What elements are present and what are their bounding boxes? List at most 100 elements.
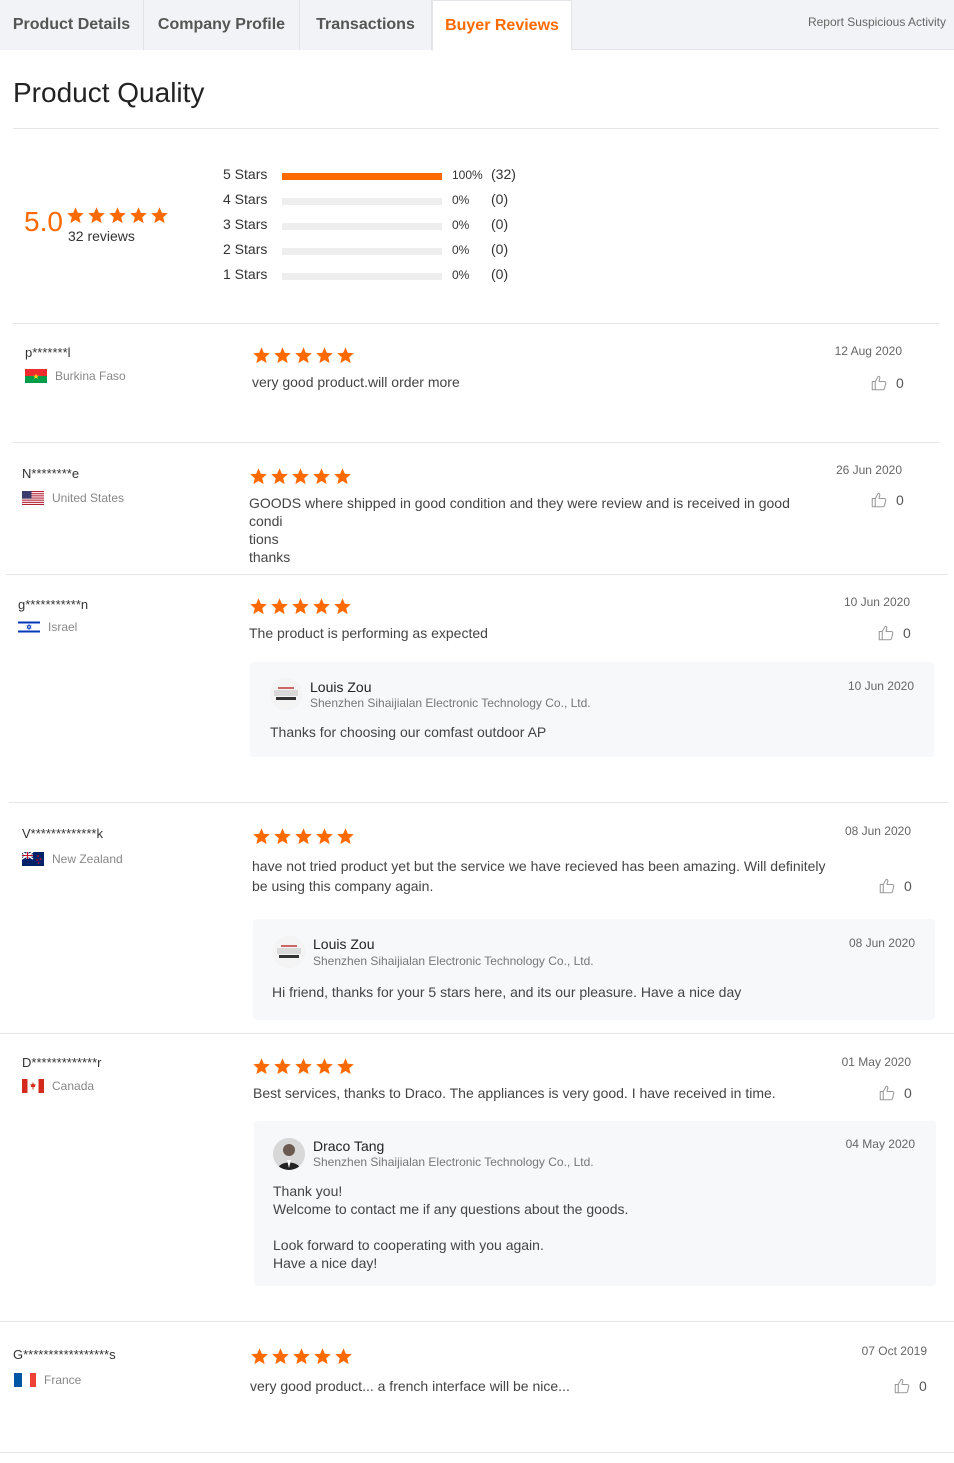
country-name: United States bbox=[52, 491, 125, 505]
distribution-bar bbox=[282, 248, 442, 255]
like-button[interactable]: 0 bbox=[877, 624, 911, 642]
thumbs-up-icon bbox=[870, 491, 888, 509]
like-count: 0 bbox=[919, 1378, 927, 1394]
star-icon bbox=[292, 1347, 311, 1366]
seller-name: Louis Zou bbox=[313, 936, 375, 952]
review-item: g***********n Israel The product is perf… bbox=[0, 575, 954, 802]
like-button[interactable]: 0 bbox=[870, 491, 904, 509]
review-text-line: thanks bbox=[249, 549, 291, 565]
page-title: Product Quality bbox=[13, 77, 205, 108]
reply-date: 08 Jun 2020 bbox=[848, 936, 915, 950]
star-icon bbox=[291, 597, 310, 616]
star-icon bbox=[312, 597, 331, 616]
tab-transactions[interactable]: Transactions bbox=[300, 0, 432, 50]
star-icon bbox=[271, 1347, 290, 1366]
star-icon bbox=[315, 827, 334, 846]
review-date: 12 Aug 2020 bbox=[834, 344, 902, 358]
star-icon bbox=[108, 206, 127, 225]
star-icon bbox=[249, 597, 268, 616]
divider bbox=[13, 128, 939, 129]
star-icon bbox=[270, 467, 289, 486]
summary-stars bbox=[66, 206, 169, 225]
review-text-line: The product is performing as expected bbox=[249, 625, 488, 641]
distribution-label: 5 Stars bbox=[223, 166, 268, 182]
flag-new-zealand-icon bbox=[22, 852, 44, 866]
star-icon bbox=[315, 1057, 334, 1076]
star-icon bbox=[291, 467, 310, 486]
distribution-label: 2 Stars bbox=[223, 241, 268, 257]
seller-company: Shenzhen Sihaijialan Electronic Technolo… bbox=[313, 1155, 594, 1169]
star-icon bbox=[334, 1347, 353, 1366]
review-text-line: very good product... a french interface … bbox=[250, 1378, 570, 1394]
like-button[interactable]: 0 bbox=[878, 1084, 912, 1102]
review-text-line: very good product.will order more bbox=[252, 374, 460, 390]
star-icon bbox=[336, 1057, 355, 1076]
reviewer-name: N********e bbox=[22, 466, 80, 481]
star-icon bbox=[273, 346, 292, 365]
divider bbox=[0, 1452, 954, 1453]
tab-buyer-reviews[interactable]: Buyer Reviews bbox=[432, 0, 572, 51]
tab-company-profile[interactable]: Company Profile bbox=[144, 0, 300, 50]
reviewer-country: Israel bbox=[18, 620, 77, 634]
seller-company: Shenzhen Sihaijialan Electronic Technolo… bbox=[313, 954, 594, 968]
seller-reply: Louis Zou Shenzhen Sihaijialan Electroni… bbox=[253, 919, 935, 1020]
seller-reply: Louis Zou Shenzhen Sihaijialan Electroni… bbox=[250, 662, 934, 757]
distribution-row: 2 Stars 0% (0) bbox=[223, 241, 543, 261]
review-stars bbox=[249, 597, 352, 616]
star-icon bbox=[250, 1347, 269, 1366]
distribution-percent: 100% bbox=[452, 168, 483, 182]
distribution-count: (32) bbox=[491, 166, 516, 182]
distribution-bar bbox=[282, 223, 442, 230]
star-icon bbox=[273, 827, 292, 846]
country-name: Burkina Faso bbox=[55, 369, 126, 383]
country-name: Canada bbox=[52, 1079, 95, 1093]
star-icon bbox=[294, 1057, 313, 1076]
seller-name: Draco Tang bbox=[313, 1138, 385, 1154]
review-text: very good product... a french interface … bbox=[250, 1377, 570, 1395]
reply-text-line: Thank you! bbox=[273, 1183, 343, 1199]
tab-bar: Product Details Company Profile Transact… bbox=[0, 0, 954, 51]
tab-product-details[interactable]: Product Details bbox=[0, 0, 144, 50]
star-icon bbox=[312, 467, 331, 486]
star-icon bbox=[150, 206, 169, 225]
star-icon bbox=[273, 1057, 292, 1076]
star-icon bbox=[252, 827, 271, 846]
review-text: GOODS where shipped in good condition an… bbox=[249, 494, 819, 566]
reply-text-line: Look forward to cooperating with you aga… bbox=[273, 1237, 544, 1253]
like-button[interactable]: 0 bbox=[893, 1377, 927, 1395]
reviewer-name: D*************r bbox=[22, 1055, 102, 1070]
flag-burkina-faso-icon bbox=[25, 369, 47, 383]
like-count: 0 bbox=[903, 625, 911, 641]
country-name: Israel bbox=[48, 620, 78, 634]
reviewer-name: p*******l bbox=[25, 345, 71, 360]
thumbs-up-icon bbox=[893, 1377, 911, 1395]
review-item: D*************r Canada Best services, th… bbox=[0, 1034, 954, 1321]
review-text: have not tried product yet but the servi… bbox=[252, 856, 832, 896]
reply-date: 10 Jun 2020 bbox=[847, 679, 914, 693]
star-icon bbox=[87, 206, 106, 225]
star-icon bbox=[333, 597, 352, 616]
distribution-count: (0) bbox=[491, 191, 509, 207]
review-text: Best services, thanks to Draco. The appl… bbox=[253, 1084, 776, 1102]
thumbs-up-icon bbox=[870, 374, 888, 392]
star-icon bbox=[315, 346, 334, 365]
star-icon bbox=[252, 1057, 271, 1076]
thumbs-up-icon bbox=[878, 1084, 896, 1102]
review-date: 01 May 2020 bbox=[841, 1055, 911, 1069]
distribution-percent: 0% bbox=[452, 218, 470, 232]
distribution-label: 3 Stars bbox=[223, 216, 268, 232]
review-stars bbox=[252, 1057, 355, 1076]
country-name: New Zealand bbox=[52, 852, 123, 866]
distribution-percent: 0% bbox=[452, 193, 470, 207]
seller-avatar bbox=[273, 1138, 305, 1170]
seller-avatar bbox=[270, 678, 302, 710]
reply-text: Hi friend, thanks for your 5 stars here,… bbox=[272, 983, 741, 1001]
review-date: 08 Jun 2020 bbox=[844, 824, 911, 838]
distribution-count: (0) bbox=[491, 266, 509, 282]
reply-text-line bbox=[273, 1218, 628, 1236]
like-button[interactable]: 0 bbox=[870, 374, 904, 392]
review-stars bbox=[252, 346, 355, 365]
report-suspicious-activity-link[interactable]: Report Suspicious Activity bbox=[808, 15, 946, 29]
like-button[interactable]: 0 bbox=[878, 877, 912, 895]
review-text: The product is performing as expected bbox=[249, 624, 488, 642]
